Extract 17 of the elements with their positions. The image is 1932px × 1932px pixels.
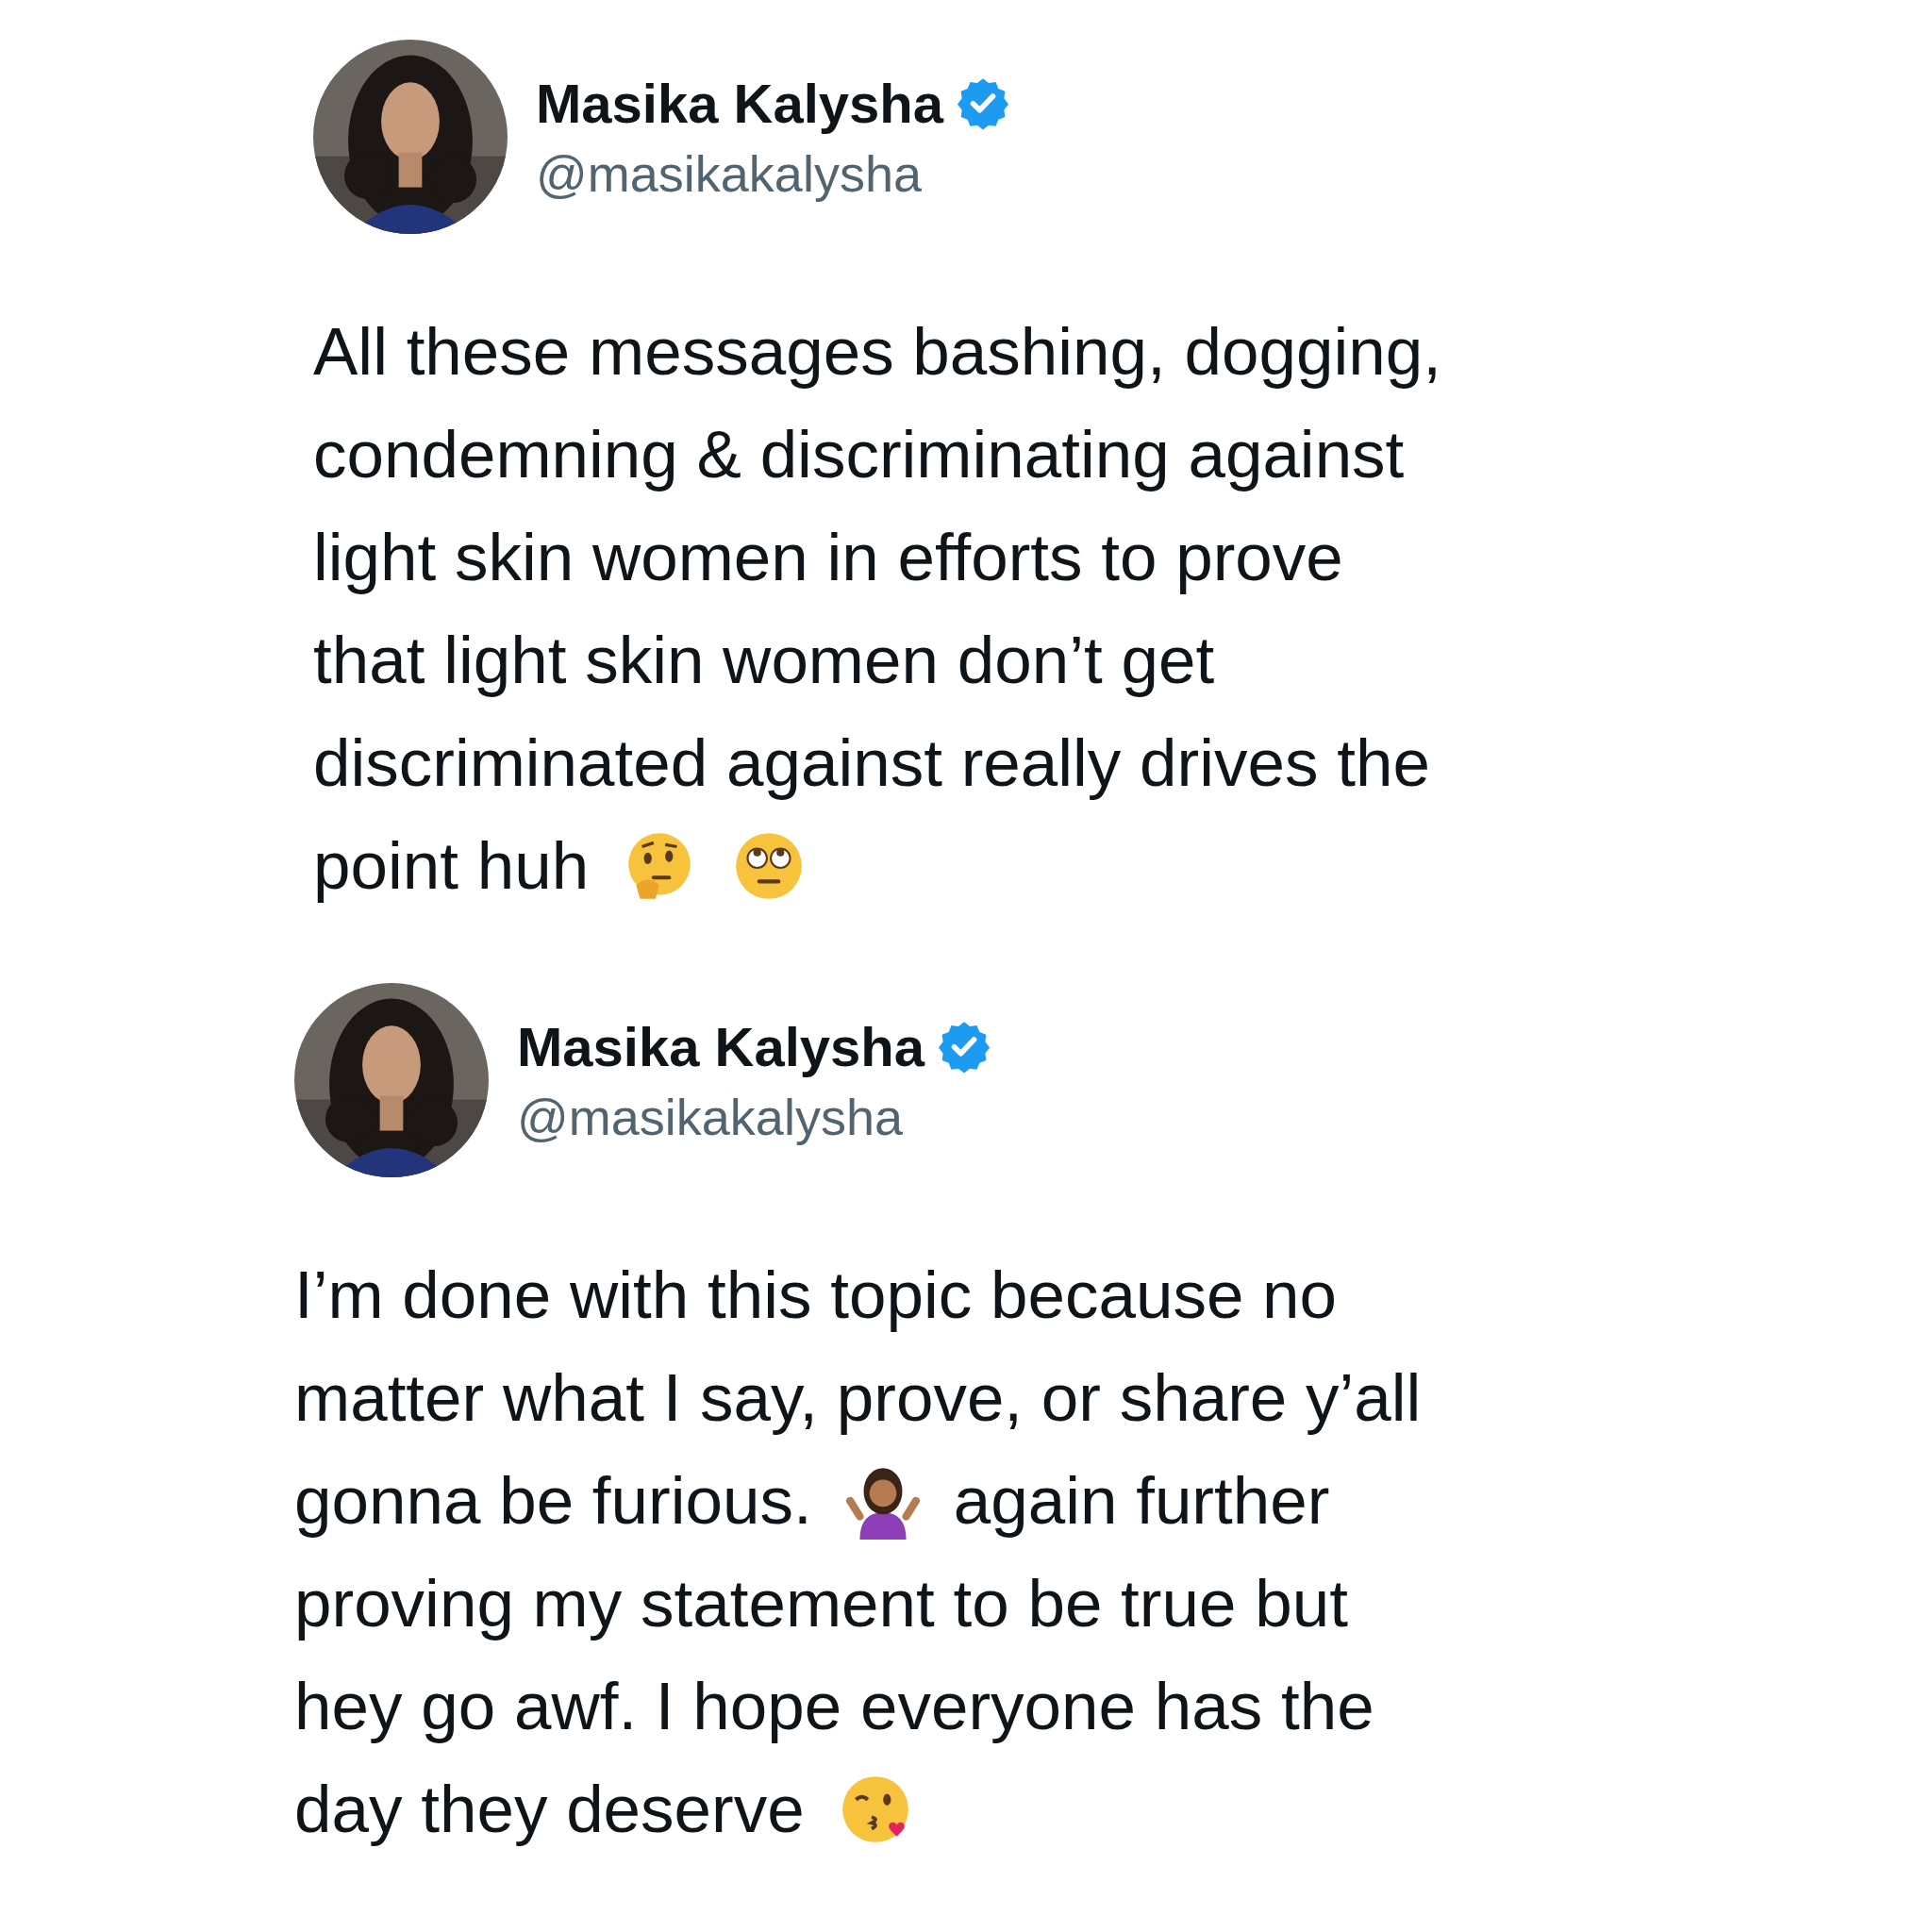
tweet-text: that light skin women don’t get [313,622,1215,699]
tweet-text: gonna be furious. [294,1462,812,1540]
author-name: Masika Kalysha [536,71,944,135]
tweet-text: hey go awf. I hope everyone has the [294,1668,1374,1745]
author-handle: @masikakalysha [517,1087,904,1146]
tweet-text: discriminated against really drives the [313,724,1430,802]
tweet-text: All these messages bashing, dogging, [313,313,1441,391]
tweet-text: again further [953,1462,1330,1540]
tweet-text: light skin women in efforts to prove [313,519,1343,596]
tweet-text: condemning & discriminating against [313,416,1405,493]
tweet-text: I’m done with this topic because no [294,1257,1338,1334]
author-handle: @masikakalysha [536,143,923,203]
tweet-text: proving my statement to be true but [294,1565,1348,1642]
tweet-text: matter what I say, prove, or share y’all [294,1359,1422,1437]
tweet-text: point huh [313,827,590,905]
tweet-text: day they deserve [294,1771,805,1848]
author-name: Masika Kalysha [517,1014,925,1078]
